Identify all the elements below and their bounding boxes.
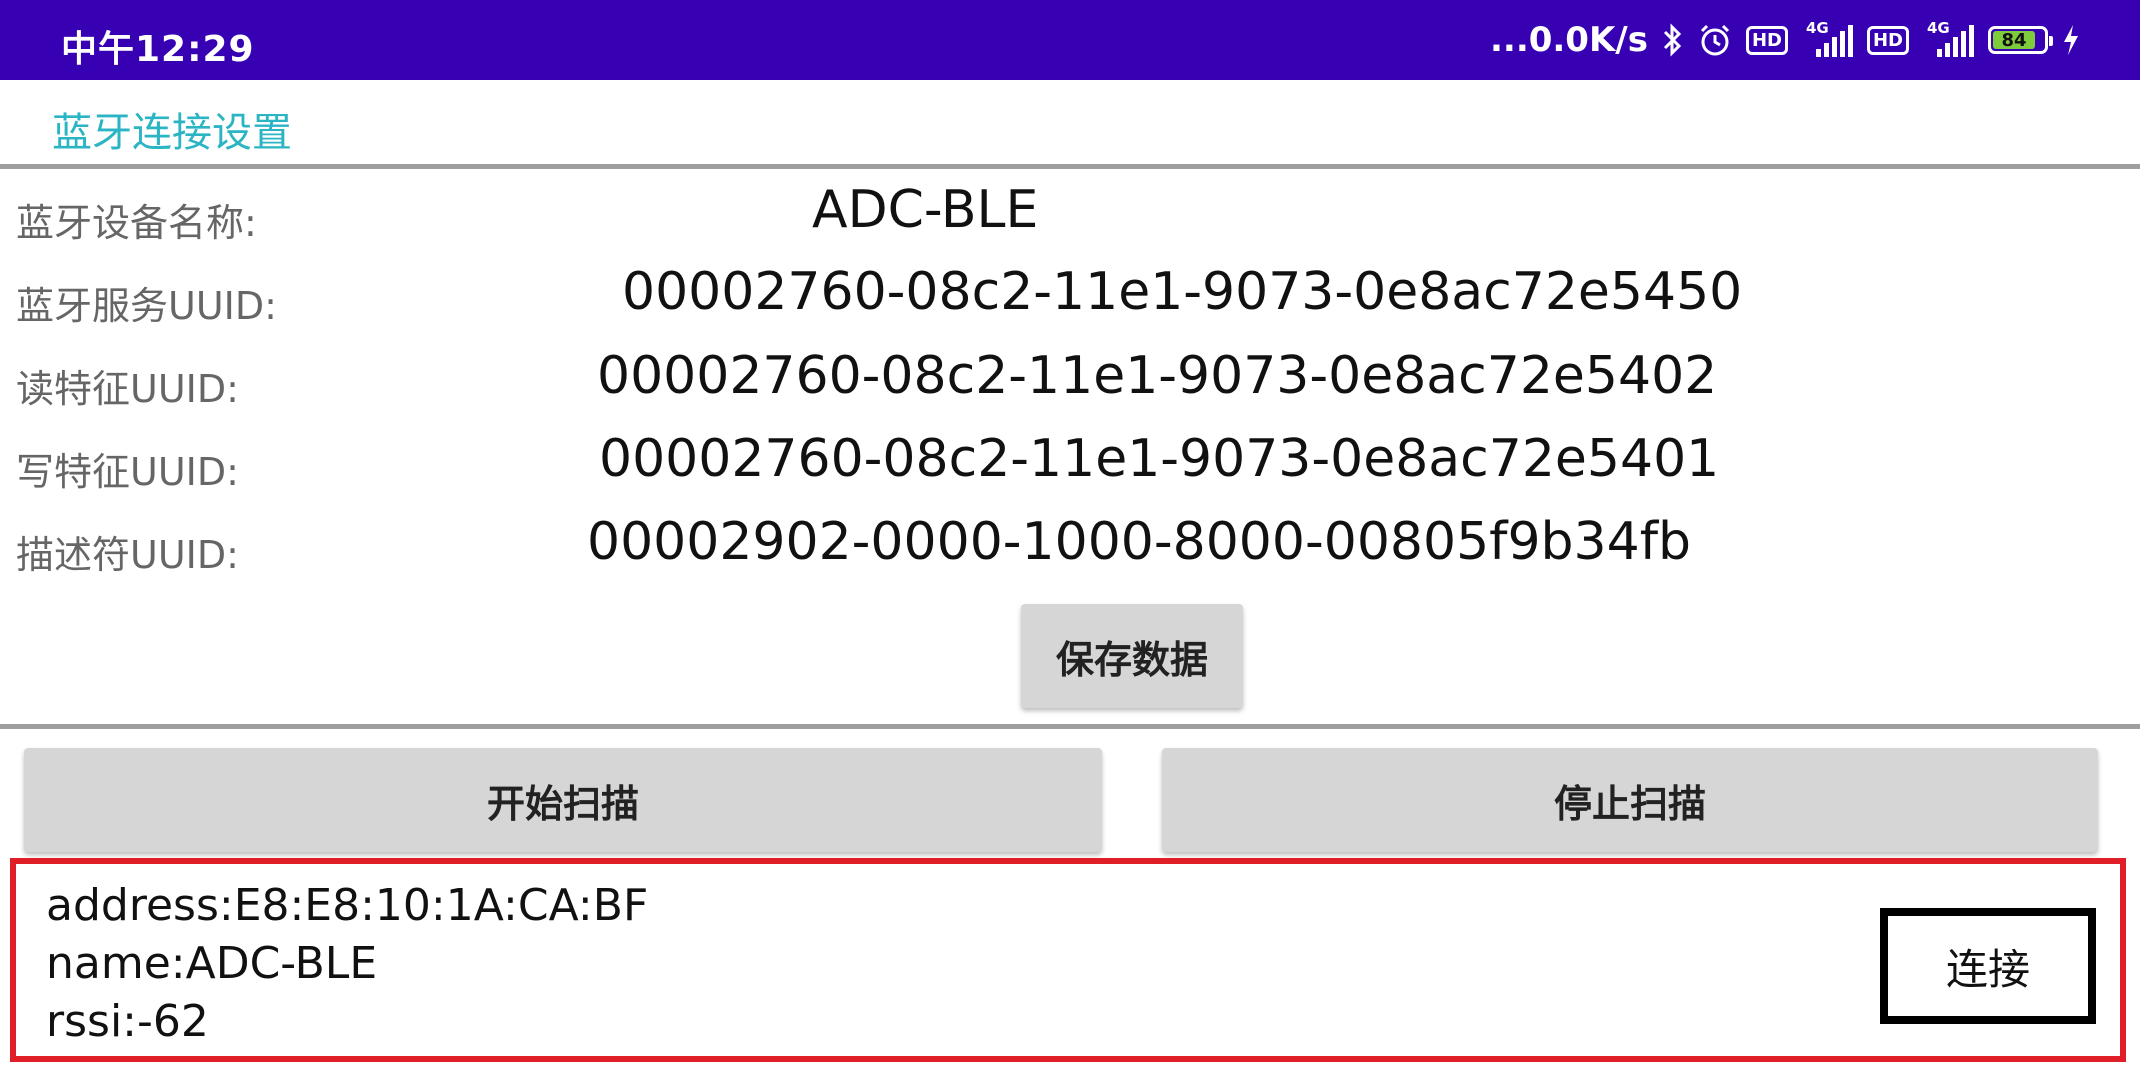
bluetooth-icon — [1662, 22, 1684, 58]
descriptor-uuid-label: 描述符UUID: — [16, 533, 239, 577]
device-name-label: 蓝牙设备名称: — [16, 201, 257, 245]
service-uuid-field[interactable]: 00002760-08c2-11e1-9073-0e8ac72e5450 — [622, 262, 1742, 322]
status-icons: ...0.0K/s HD 4G HD 4G 84 — [1490, 16, 2080, 64]
network-speed: ...0.0K/s — [1489, 20, 1648, 60]
device-rssi: rssi:-62 — [46, 996, 209, 1047]
page-title: 蓝牙连接设置 — [52, 110, 292, 156]
divider — [0, 724, 2140, 729]
connect-button[interactable]: 连接 — [1880, 908, 2096, 1024]
status-time: 中午12:29 — [61, 29, 255, 70]
save-button[interactable]: 保存数据 — [1021, 604, 1243, 708]
write-uuid-field[interactable]: 00002760-08c2-11e1-9073-0e8ac72e5401 — [599, 429, 1719, 489]
list-item: address:E8:E8:10:1A:CA:BF name:ADC-BLE r… — [10, 858, 2126, 1062]
status-bar: 中午12:29 ...0.0K/s HD 4G HD 4G 84 — [0, 0, 2140, 80]
hd-icon: HD — [1745, 25, 1788, 55]
read-uuid-field[interactable]: 00002760-08c2-11e1-9073-0e8ac72e5402 — [597, 346, 1717, 406]
write-uuid-label: 写特征UUID: — [16, 450, 239, 494]
signal-4g-icon: 4G — [1923, 19, 1974, 57]
stop-scan-button[interactable]: 停止扫描 — [1162, 748, 2098, 852]
device-name-field[interactable]: ADC-BLE — [812, 180, 1038, 240]
start-scan-button[interactable]: 开始扫描 — [24, 748, 1102, 852]
service-uuid-label: 蓝牙服务UUID: — [16, 284, 277, 328]
charging-icon — [2062, 24, 2080, 56]
device-address: address:E8:E8:10:1A:CA:BF — [46, 880, 649, 931]
hd-icon: HD — [1866, 25, 1909, 55]
descriptor-uuid-field[interactable]: 00002902-0000-1000-8000-00805f9b34fb — [587, 512, 1691, 572]
battery-level: 84 — [1993, 30, 2035, 51]
alarm-icon — [1698, 23, 1732, 57]
read-uuid-label: 读特征UUID: — [16, 367, 239, 411]
device-name: name:ADC-BLE — [46, 938, 378, 989]
signal-4g-icon: 4G — [1802, 19, 1853, 57]
divider — [0, 164, 2140, 169]
battery-icon: 84 — [1988, 26, 2053, 54]
